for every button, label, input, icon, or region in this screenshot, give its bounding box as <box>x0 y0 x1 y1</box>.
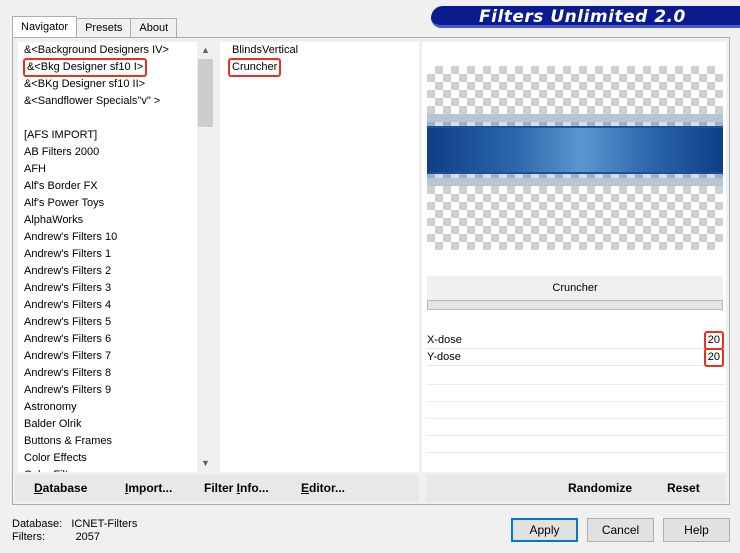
tab-about[interactable]: About <box>130 18 178 38</box>
filter-list[interactable]: BlindsVertical Cruncher <box>220 42 419 472</box>
category-item[interactable]: Andrew's Filters 4 <box>18 297 214 314</box>
category-label: Balder Olrik <box>24 418 82 430</box>
category-item[interactable]: &<BKg Designer sf10 II> <box>18 76 214 93</box>
category-label: Andrew's Filters 8 <box>24 367 112 379</box>
param-label: Y-dose <box>427 351 461 363</box>
filter-item[interactable]: Cruncher <box>220 58 419 77</box>
param-row-y-dose[interactable]: Y-dose 20 <box>427 348 725 367</box>
param-divider <box>427 418 725 419</box>
category-label: Buttons & Frames <box>24 435 113 447</box>
help-button[interactable]: Help <box>663 518 730 542</box>
preview-band <box>427 128 723 172</box>
category-label: Andrew's Filters 4 <box>24 299 112 311</box>
category-item[interactable]: Andrew's Filters 7 <box>18 348 214 365</box>
param-label: X-dose <box>427 334 462 346</box>
filter-label: Cruncher <box>227 58 282 77</box>
scroll-thumb[interactable] <box>198 59 213 127</box>
filter-label: BlindsVertical <box>232 44 299 56</box>
category-item[interactable]: Andrew's Filters 8 <box>18 365 214 382</box>
filter-info-button[interactable]: Filter Info... <box>204 481 269 495</box>
app-banner: Filters Unlimited 2.0 <box>431 6 740 28</box>
param-divider <box>427 435 725 436</box>
tab-navigator[interactable]: Navigator <box>12 16 78 38</box>
category-label: Andrew's Filters 1 <box>24 248 112 260</box>
category-item[interactable]: [AFS IMPORT] <box>18 127 214 144</box>
category-label: &<Sandflower Specials"v" > <box>24 95 161 107</box>
preview-band-edge <box>427 172 723 174</box>
reset-button[interactable]: Reset <box>667 481 700 495</box>
category-item[interactable]: Andrew's Filters 10 <box>18 229 214 246</box>
category-item[interactable]: Alf's Power Toys <box>18 195 214 212</box>
category-item[interactable]: Andrew's Filters 1 <box>18 246 214 263</box>
category-item[interactable]: Andrew's Filters 2 <box>18 263 214 280</box>
category-item[interactable]: Astronomy <box>18 399 214 416</box>
randomize-button[interactable]: Randomize <box>568 481 632 495</box>
category-label: Andrew's Filters 5 <box>24 316 112 328</box>
category-label: &<Background Designers IV> <box>24 44 169 56</box>
category-item[interactable]: &<Sandflower Specials"v" > <box>18 93 214 110</box>
category-item[interactable]: Andrew's Filters 5 <box>18 314 214 331</box>
scroll-down-icon[interactable]: ▼ <box>197 455 214 472</box>
category-label: &<Bkg Designer sf10 I> <box>22 58 148 77</box>
category-label: &<BKg Designer sf10 II> <box>24 78 146 90</box>
tab-presets[interactable]: Presets <box>76 18 132 38</box>
category-label: Andrew's Filters 9 <box>24 384 112 396</box>
database-button[interactable]: Database <box>34 481 87 495</box>
category-item[interactable]: Color Filters <box>18 467 214 472</box>
category-item[interactable]: AFH <box>18 161 214 178</box>
category-label: AFH <box>24 163 46 175</box>
editor-button[interactable]: Editor... <box>301 481 345 495</box>
category-label: AB Filters 2000 <box>24 146 100 158</box>
category-item[interactable]: Color Effects <box>18 450 214 467</box>
category-item[interactable]: &<Bkg Designer sf10 I> <box>18 58 214 77</box>
category-item[interactable]: Alf's Border FX <box>18 178 214 195</box>
category-label: Andrew's Filters 2 <box>24 265 112 277</box>
param-divider <box>427 401 725 402</box>
category-label: Color Filters <box>24 469 83 472</box>
category-item[interactable]: Andrew's Filters 3 <box>18 280 214 297</box>
category-item[interactable]: Buttons & Frames <box>18 433 214 450</box>
category-label: Andrew's Filters 6 <box>24 333 112 345</box>
status-database: Database: ICNET-Filters <box>12 518 138 530</box>
param-row-x-dose[interactable]: X-dose 20 <box>427 331 725 350</box>
category-item[interactable]: Balder Olrik <box>18 416 214 433</box>
status-filters: Filters: 2057 <box>12 531 101 543</box>
category-item[interactable]: Andrew's Filters 9 <box>18 382 214 399</box>
category-label: Astronomy <box>24 401 77 413</box>
category-label: Alf's Border FX <box>24 180 98 192</box>
category-scrollbar[interactable]: ▲ ▼ <box>197 42 214 472</box>
param-value[interactable]: 20 <box>703 348 725 367</box>
category-item[interactable]: AlphaWorks <box>18 212 214 229</box>
category-label: Andrew's Filters 7 <box>24 350 112 362</box>
category-label: Andrew's Filters 10 <box>24 231 118 243</box>
category-label: Alf's Power Toys <box>24 197 105 209</box>
category-label: Color Effects <box>24 452 87 464</box>
param-divider <box>427 452 725 453</box>
category-label: [AFS IMPORT] <box>24 129 98 141</box>
filter-name-label: Cruncher <box>427 276 723 300</box>
category-item[interactable]: AB Filters 2000 <box>18 144 214 161</box>
category-label: Andrew's Filters 3 <box>24 282 112 294</box>
param-divider <box>427 384 725 385</box>
param-value[interactable]: 20 <box>703 331 725 350</box>
category-label: AlphaWorks <box>24 214 84 226</box>
tab-strip: Navigator Presets About <box>12 16 178 38</box>
import-button[interactable]: Import... <box>125 481 172 495</box>
filter-item[interactable]: BlindsVertical <box>220 42 419 59</box>
category-list[interactable]: &<Background Designers IV> &<Bkg Designer… <box>18 42 214 472</box>
scroll-up-icon[interactable]: ▲ <box>197 42 214 59</box>
params-slider[interactable] <box>427 300 723 310</box>
category-item[interactable]: &<Background Designers IV> <box>18 42 214 59</box>
apply-button[interactable]: Apply <box>511 518 578 542</box>
cancel-button[interactable]: Cancel <box>587 518 654 542</box>
category-item[interactable]: Andrew's Filters 6 <box>18 331 214 348</box>
